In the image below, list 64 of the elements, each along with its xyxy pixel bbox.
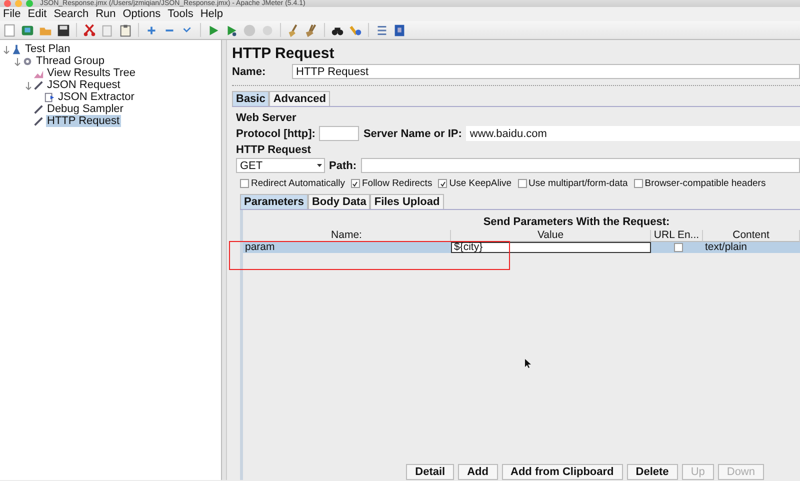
check-icon xyxy=(352,180,358,186)
tree-item[interactable]: HTTP Request xyxy=(46,115,121,127)
menu-item[interactable]: Run xyxy=(96,8,116,20)
cell-input-field[interactable]: ${city} xyxy=(451,242,651,253)
brooms-icon[interactable] xyxy=(304,22,319,38)
tree-item[interactable]: Thread Group xyxy=(35,55,106,67)
menu-item[interactable]: Search xyxy=(54,8,89,20)
tab[interactable]: Advanced xyxy=(269,91,330,106)
table-caption: Send Parameters With the Request: xyxy=(482,216,671,228)
section-heading: HTTP Request xyxy=(236,144,312,156)
tree-item[interactable]: Debug Sampler xyxy=(46,103,124,115)
name-label: Name: xyxy=(232,66,267,78)
method-dropdown[interactable]: GET xyxy=(236,158,325,173)
checkbox[interactable] xyxy=(674,243,682,252)
tab[interactable]: Basic xyxy=(232,91,270,106)
check-icon xyxy=(440,180,446,186)
tab[interactable]: Parameters xyxy=(240,194,308,209)
tree-item[interactable]: Test Plan xyxy=(24,43,72,55)
protocol-label: Protocol [http]: xyxy=(236,128,316,140)
new-file-icon[interactable] xyxy=(2,22,17,38)
path-label: Path: xyxy=(329,160,356,172)
cut-icon[interactable] xyxy=(82,22,97,38)
table-cell: text/plain xyxy=(703,242,800,253)
tree-item[interactable]: JSON Extractor xyxy=(57,91,136,103)
checkbox[interactable]: Use multipart/form-data xyxy=(518,178,628,189)
server-label: Server Name or IP: xyxy=(363,128,462,140)
checkbox[interactable]: Follow Redirects xyxy=(350,178,432,189)
gear-icon xyxy=(22,56,33,66)
menu-item[interactable]: Options xyxy=(122,8,161,20)
pipette-icon xyxy=(33,116,44,126)
tree-item[interactable]: JSON Request xyxy=(46,79,122,91)
save-icon[interactable] xyxy=(56,22,71,38)
cursor-icon xyxy=(525,359,531,368)
menu-item[interactable]: Help xyxy=(200,8,223,20)
button[interactable]: Delete xyxy=(626,464,678,480)
pipette-icon xyxy=(33,80,44,90)
button[interactable]: Add xyxy=(458,464,498,480)
tree-toggle-icon[interactable] xyxy=(13,56,22,66)
tree-toggle-icon[interactable] xyxy=(24,80,33,90)
section-heading: Web Server xyxy=(236,112,298,124)
help-icon[interactable] xyxy=(392,22,407,38)
menu-item[interactable]: Edit xyxy=(28,8,47,20)
panel-title: HTTP Request xyxy=(232,45,336,64)
button[interactable]: Add from Clipboard xyxy=(502,464,623,480)
path-field[interactable] xyxy=(360,158,800,173)
checkbox[interactable]: Use KeepAlive xyxy=(438,178,512,189)
document-icon xyxy=(44,92,55,102)
close-button[interactable] xyxy=(4,0,11,7)
tab[interactable]: Files Upload xyxy=(370,194,444,209)
server-field[interactable]: www.baidu.com xyxy=(466,126,800,141)
button[interactable]: Detail xyxy=(406,464,454,480)
checkbox[interactable]: Redirect Automatically xyxy=(240,178,345,189)
paste-icon[interactable] xyxy=(118,22,133,38)
menu-item[interactable]: Tools xyxy=(168,8,194,20)
tab[interactable]: Body Data xyxy=(308,194,370,209)
menu-item[interactable]: File xyxy=(3,8,21,20)
tree-item[interactable]: View Results Tree xyxy=(46,67,136,79)
flask-icon xyxy=(11,44,22,54)
table-cell: param xyxy=(243,242,451,253)
checkbox[interactable]: Browser-compatible headers xyxy=(634,178,766,189)
pipette-icon xyxy=(33,104,44,114)
tree-toggle-icon[interactable] xyxy=(2,44,11,54)
name-field[interactable]: HTTP Request xyxy=(292,64,800,79)
protocol-field[interactable] xyxy=(319,126,360,141)
